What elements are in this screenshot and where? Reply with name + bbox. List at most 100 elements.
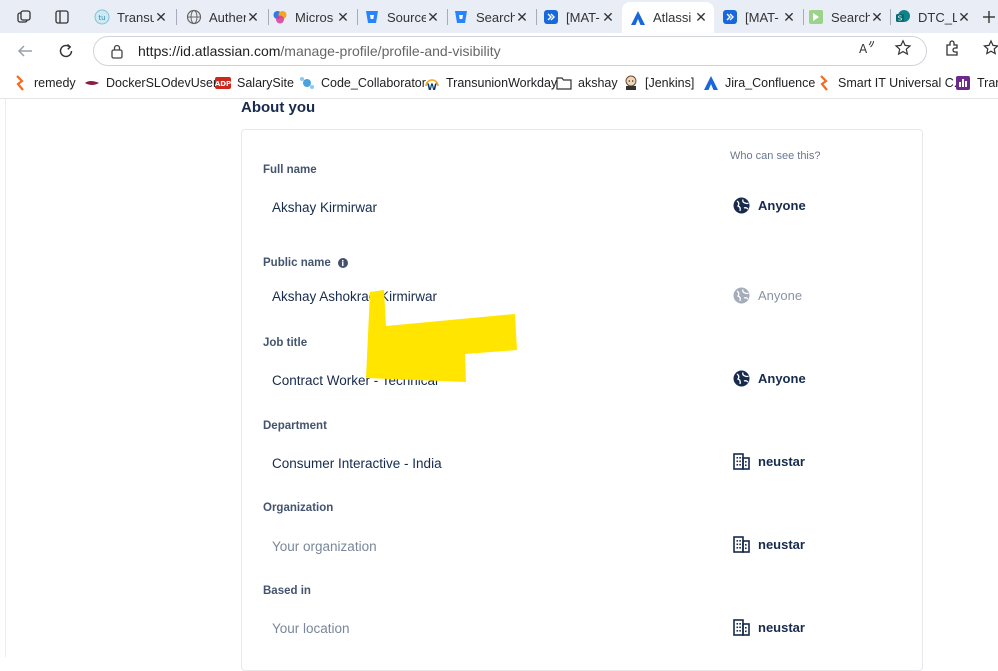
globe-icon xyxy=(186,9,202,25)
close-icon[interactable]: ✕ xyxy=(694,9,708,26)
favorite-star-icon[interactable] xyxy=(893,38,913,58)
field-label: Job title xyxy=(263,337,308,349)
info-icon[interactable]: i xyxy=(337,258,348,268)
refresh-icon[interactable] xyxy=(54,39,78,63)
lock-icon[interactable] xyxy=(110,43,126,59)
visibility-label: neustar xyxy=(758,620,805,635)
bookmarks-bar: remedy DockerSLOdevUsers ADP SalarySite … xyxy=(0,68,998,99)
svg-text:S: S xyxy=(898,15,903,23)
workspaces-icon[interactable] xyxy=(13,6,35,28)
svg-text:tu: tu xyxy=(98,14,105,22)
bookmark-item[interactable]: remedy xyxy=(12,74,76,92)
close-icon[interactable]: ✕ xyxy=(601,9,615,26)
address-bar[interactable]: https://id.atlassian.com/manage-profile/… xyxy=(93,36,927,66)
bookmark-item[interactable]: akshay xyxy=(556,74,618,92)
bookmark-item[interactable]: Tran xyxy=(955,74,998,92)
tab-title: Atlassi xyxy=(653,10,692,25)
bookmark-label: remedy xyxy=(34,76,76,90)
bookmark-item[interactable]: Smart IT Universal C... xyxy=(816,74,964,92)
bitbucket-icon xyxy=(453,9,469,25)
bookmark-item[interactable]: ADP SalarySite xyxy=(215,74,294,92)
browser-tab[interactable]: Authen ✕ xyxy=(178,4,266,30)
department-field[interactable]: Consumer Interactive - India xyxy=(272,456,442,471)
tab-title: Source xyxy=(387,9,426,25)
public-name-visibility[interactable]: Anyone xyxy=(733,287,802,304)
browser-tab[interactable]: S DTC_L ✕ xyxy=(887,4,977,30)
bookmark-label: Jira_Confluence xyxy=(725,76,816,90)
browser-tab[interactable]: tu Transu ✕ xyxy=(86,4,174,30)
field-label: Department xyxy=(263,420,327,432)
divider xyxy=(5,99,6,657)
browser-tab-active[interactable]: Atlassi ✕ xyxy=(622,2,714,33)
browser-tab[interactable]: Search ✕ xyxy=(800,4,890,30)
svg-text:W: W xyxy=(427,83,437,91)
close-icon[interactable]: ✕ xyxy=(426,9,440,26)
favorites-icon[interactable] xyxy=(982,38,998,58)
job-title-visibility[interactable]: Anyone xyxy=(733,370,806,387)
jenkins-icon xyxy=(623,75,639,91)
jira-icon xyxy=(543,9,559,25)
bookmark-item[interactable]: Jira_Confluence xyxy=(703,74,815,92)
browser-tab[interactable]: [MAT- ✕ xyxy=(535,4,621,30)
close-icon[interactable]: ✕ xyxy=(870,9,884,26)
based-in-visibility[interactable]: neustar xyxy=(733,619,805,636)
globe-icon xyxy=(733,287,750,304)
extensions-icon[interactable] xyxy=(942,38,962,58)
browser-tab[interactable]: Source ✕ xyxy=(356,4,446,30)
remedy-icon xyxy=(12,75,28,91)
bookmark-item[interactable]: [Jenkins] xyxy=(623,74,694,92)
tab-actions-icon[interactable] xyxy=(51,6,73,28)
bookmark-item[interactable]: Code_Collaborator xyxy=(299,74,426,92)
atlassian-icon xyxy=(630,10,646,26)
full-name-visibility[interactable]: Anyone xyxy=(733,197,806,214)
field-label: Organization xyxy=(263,502,334,514)
transunion-report-icon xyxy=(955,75,971,91)
based-in-field[interactable]: Your location xyxy=(272,621,350,636)
visibility-label: Anyone xyxy=(758,198,806,213)
tab-title: Authen xyxy=(209,9,246,25)
tab-title: Transu xyxy=(117,9,154,25)
department-visibility[interactable]: neustar xyxy=(733,453,805,470)
new-tab-button[interactable] xyxy=(978,6,998,28)
browser-tab[interactable]: [MAT- ✕ xyxy=(714,4,802,30)
copilot-icon xyxy=(272,9,288,25)
based-in-label: Based in xyxy=(263,585,311,597)
bookmark-label: Tran xyxy=(977,76,998,90)
bookmark-label: akshay xyxy=(578,76,618,90)
code-collaborator-icon xyxy=(299,75,315,91)
close-icon[interactable]: ✕ xyxy=(336,9,350,26)
field-label: Full name xyxy=(263,164,317,176)
section-title: About you xyxy=(241,99,316,116)
close-icon[interactable]: ✕ xyxy=(957,9,971,26)
bitbucket-icon xyxy=(364,9,380,25)
close-icon[interactable]: ✕ xyxy=(154,9,168,26)
read-aloud-icon[interactable]: A xyxy=(857,38,877,58)
close-icon[interactable]: ✕ xyxy=(782,9,796,26)
tab-title: Micros xyxy=(295,9,334,25)
bookmark-item[interactable]: DockerSLOdevUsers xyxy=(84,74,223,92)
department-label: Department xyxy=(263,420,327,432)
tab-title: DTC_L xyxy=(918,9,957,25)
visibility-label: Anyone xyxy=(758,371,806,386)
bookmark-label: Smart IT Universal C... xyxy=(838,76,965,90)
browser-tab[interactable]: Search ✕ xyxy=(445,4,535,30)
bookmark-item[interactable]: W TransunionWorkday xyxy=(424,74,557,92)
transunion-icon: tu xyxy=(94,9,110,25)
building-icon xyxy=(733,619,750,636)
globe-icon xyxy=(733,197,750,214)
full-name-field[interactable]: Akshay Kirmirwar xyxy=(272,200,377,215)
job-title-label: Job title xyxy=(263,337,307,349)
who-can-see-label: Who can see this? xyxy=(730,150,821,162)
field-label: Based in xyxy=(263,585,311,597)
url-text[interactable]: https://id.atlassian.com/manage-profile/… xyxy=(138,43,501,59)
browser-tab[interactable]: Micros ✕ xyxy=(264,4,356,30)
close-icon[interactable]: ✕ xyxy=(246,9,260,26)
close-icon[interactable]: ✕ xyxy=(515,9,529,26)
back-icon[interactable] xyxy=(13,39,37,63)
organization-visibility[interactable]: neustar xyxy=(733,536,805,553)
tab-title: [MAT- xyxy=(566,9,600,25)
jira-icon xyxy=(722,9,738,25)
sharepoint-icon: S xyxy=(895,9,911,25)
organization-field[interactable]: Your organization xyxy=(272,539,377,554)
atlassian-icon xyxy=(703,75,719,91)
